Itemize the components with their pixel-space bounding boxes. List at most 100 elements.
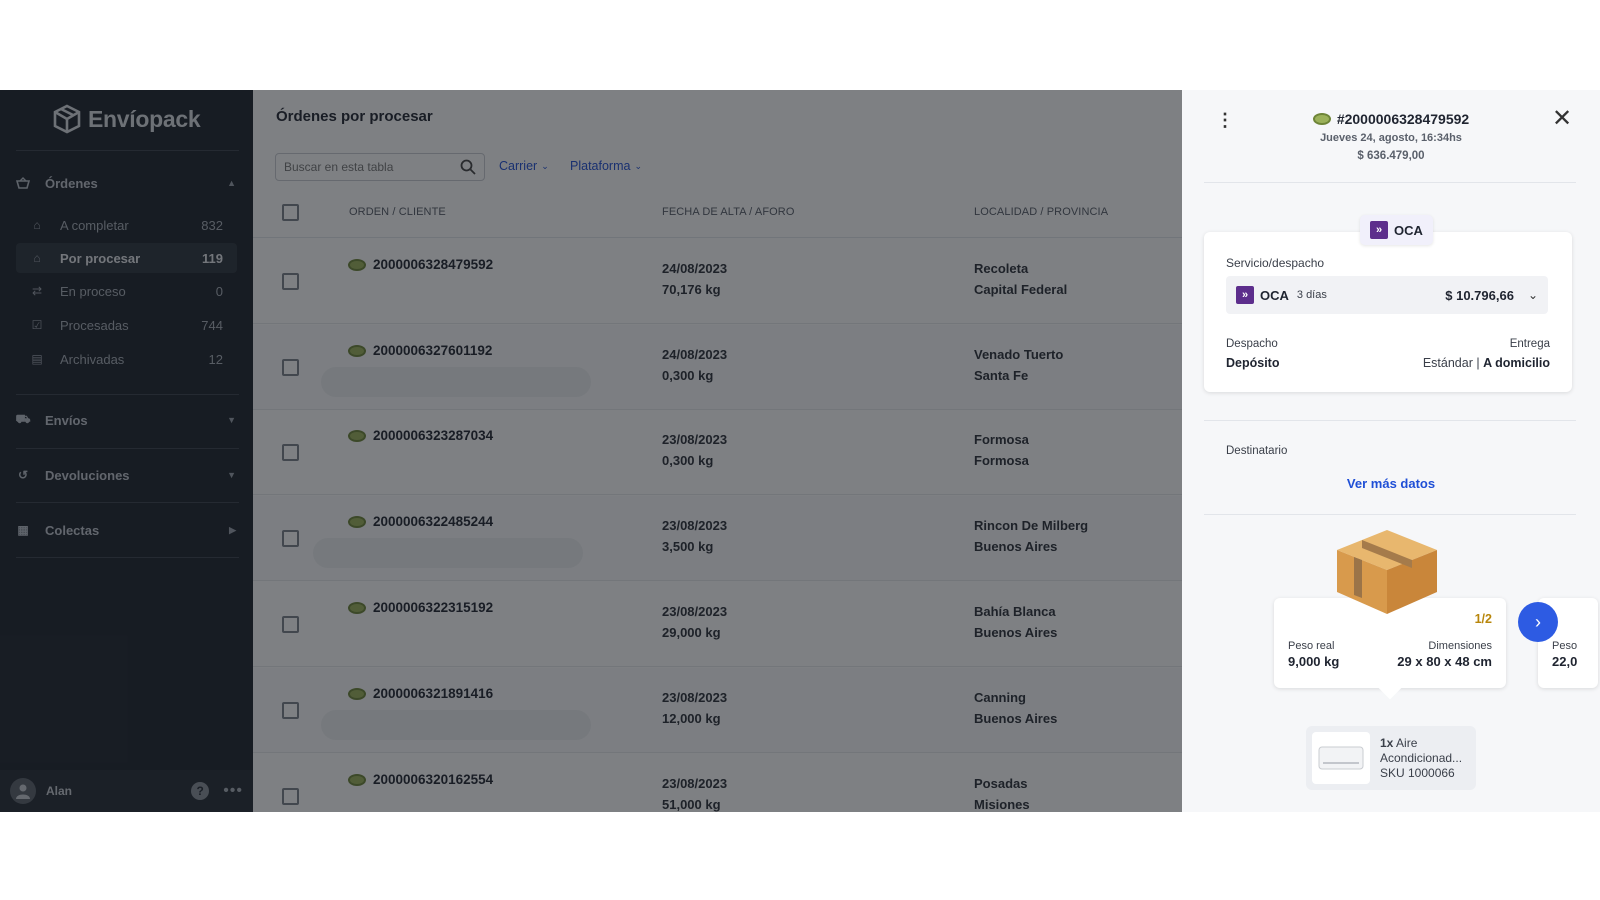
sidebar-item-archivadas[interactable]: ▤ Archivadas 12 (16, 344, 237, 374)
table-row[interactable]: 2000006322485244 23/08/2023 3,500 kg Rin… (253, 496, 1182, 581)
chevron-down-icon: ⌄ (1527, 288, 1538, 302)
dimensiones-value: 29 x 80 x 48 cm (1397, 654, 1492, 669)
table-row[interactable]: 2000006320162554 23/08/2023 51,000 kg Po… (253, 754, 1182, 812)
row-checkbox[interactable] (282, 616, 299, 633)
chevron-right-icon: › (1535, 611, 1541, 632)
user-bar: Alan ? ••• (0, 770, 253, 812)
air-conditioner-icon (1318, 746, 1364, 770)
sidebar-item-procesadas[interactable]: ☑ Procesadas 744 (16, 310, 237, 340)
product-item-card[interactable]: 1x Aire Acondicionad... SKU 1000066 (1306, 726, 1476, 790)
row-checkbox[interactable] (282, 359, 299, 376)
client-placeholder (321, 367, 591, 397)
order-weight: 29,000 kg (662, 625, 721, 640)
column-header-fecha[interactable]: FECHA DE ALTA / AFORO (662, 206, 795, 218)
order-province: Santa Fe (974, 368, 1029, 383)
nav-section-label: Órdenes (45, 175, 98, 191)
calendar-icon: ▦ (17, 523, 29, 537)
table-row[interactable]: 2000006327601192 24/08/2023 0,300 kg Ven… (253, 325, 1182, 410)
platform-icon (348, 687, 366, 700)
divider (16, 394, 239, 395)
order-number: 2000006328479592 (373, 257, 494, 272)
order-city: Canning (974, 690, 1026, 705)
order-date: 23/08/2023 (662, 432, 728, 447)
order-province: Buenos Aires (974, 711, 1058, 726)
row-checkbox[interactable] (282, 444, 299, 461)
nav-section-label: Colectas (45, 522, 100, 538)
sidebar-item-label: A completar (60, 217, 129, 233)
nav-section-devoluciones[interactable]: ↺ Devoluciones ▼ (16, 462, 236, 488)
panel-order-title: #2000006328479592 (1182, 111, 1600, 127)
service-select[interactable]: » OCA 3 días $ 10.796,66 ⌄ (1226, 276, 1548, 314)
nav-section-colectas[interactable]: ▦ Colectas ▶ (16, 517, 236, 543)
client-placeholder (313, 538, 583, 568)
select-all-checkbox[interactable] (282, 204, 299, 221)
service-price: $ 10.796,66 (1445, 287, 1514, 303)
entrega-label: Entrega (1509, 338, 1550, 350)
panel-order-date: Jueves 24, agosto, 16:34hs (1320, 132, 1462, 144)
divider (16, 557, 239, 558)
column-header-localidad[interactable]: LOCALIDAD / PROVINCIA (974, 206, 1108, 218)
platform-icon (348, 429, 366, 442)
peso-value: 22,0 (1552, 654, 1578, 669)
order-id[interactable]: 2000006322485244 (348, 514, 493, 529)
ver-mas-datos-link[interactable]: Ver más datos (1182, 476, 1600, 491)
sidebar: Envíopack Órdenes ▲ ⌂ A completar 832 ⌂ … (0, 90, 253, 812)
sidebar-item-count: 832 (201, 217, 223, 233)
sidebar-item-a-completar[interactable]: ⌂ A completar 832 (16, 210, 237, 240)
order-id[interactable]: 2000006320162554 (348, 772, 493, 787)
order-id[interactable]: 2000006322315192 (348, 600, 493, 615)
sidebar-item-count: 119 (202, 250, 223, 266)
table-row[interactable]: 2000006323287034 23/08/2023 0,300 kg For… (253, 410, 1182, 495)
order-city: Venado Tuerto (974, 347, 1064, 362)
divider (1204, 420, 1576, 421)
nav-section-envios[interactable]: ⛟ Envíos ▼ (15, 407, 236, 433)
chevron-up-icon: ▲ (227, 178, 236, 188)
sidebar-item-label: Por procesar (60, 250, 141, 266)
more-horizontal-icon[interactable]: ••• (223, 782, 243, 800)
order-city: Posadas (974, 776, 1028, 791)
despacho-value: Depósito (1226, 356, 1280, 370)
sidebar-item-por-procesar[interactable]: ⌂ Por procesar 119 (16, 243, 237, 273)
row-checkbox[interactable] (282, 273, 299, 290)
close-icon[interactable]: ✕ (1552, 104, 1572, 133)
row-checkbox[interactable] (282, 530, 299, 547)
order-id[interactable]: 2000006321891416 (348, 686, 493, 701)
order-number: 2000006323287034 (373, 428, 494, 443)
app-window: Envíopack Órdenes ▲ ⌂ A completar 832 ⌂ … (0, 90, 1600, 812)
order-date: 24/08/2023 (662, 261, 728, 276)
order-id[interactable]: 2000006327601192 (348, 343, 492, 358)
basket-icon (16, 176, 30, 190)
row-checkbox[interactable] (282, 788, 299, 805)
avatar[interactable] (10, 778, 36, 804)
main-content: Órdenes por procesar Carrier ⌄ Plataform… (253, 90, 1182, 812)
carrier-filter-dropdown[interactable]: Carrier ⌄ (499, 159, 549, 173)
sidebar-item-en-proceso[interactable]: ⇄ En proceso 0 (16, 276, 237, 306)
archive-icon: ▤ (31, 352, 43, 366)
search-field[interactable] (275, 153, 485, 181)
sidebar-item-count: 744 (201, 317, 223, 333)
nav-section-ordenes[interactable]: Órdenes ▲ (16, 170, 236, 196)
product-name-line: 1x Aire (1380, 736, 1462, 751)
order-id[interactable]: 2000006328479592 (348, 257, 493, 272)
search-input[interactable] (284, 160, 460, 174)
table-row[interactable]: 2000006321891416 23/08/2023 12,000 kg Ca… (253, 668, 1182, 753)
truck-icon: ⛟ (15, 412, 31, 426)
row-checkbox[interactable] (282, 702, 299, 719)
order-weight: 70,176 kg (662, 282, 721, 297)
order-weight: 0,300 kg (662, 368, 714, 383)
filter-label: Plataforma (570, 159, 631, 173)
next-package-button[interactable]: › (1518, 602, 1558, 642)
order-id[interactable]: 2000006323287034 (348, 428, 493, 443)
product-name: Aire (1396, 735, 1418, 750)
column-header-orden[interactable]: ORDEN / CLIENTE (349, 206, 446, 218)
search-icon[interactable] (460, 159, 476, 175)
platform-icon (348, 515, 366, 528)
peso-real-label: Peso real (1288, 640, 1335, 652)
plataforma-filter-dropdown[interactable]: Plataforma ⌄ (570, 159, 642, 173)
table-row[interactable]: 2000006328479592 24/08/2023 70,176 kg Re… (253, 239, 1182, 324)
table-row[interactable]: 2000006322315192 23/08/2023 29,000 kg Ba… (253, 582, 1182, 667)
brand-logo[interactable]: Envíopack (52, 103, 201, 135)
order-city: Bahía Blanca (974, 604, 1056, 619)
shipping-service-card: Servicio/despacho » OCA 3 días $ 10.796,… (1204, 232, 1572, 392)
help-icon[interactable]: ? (191, 782, 210, 800)
